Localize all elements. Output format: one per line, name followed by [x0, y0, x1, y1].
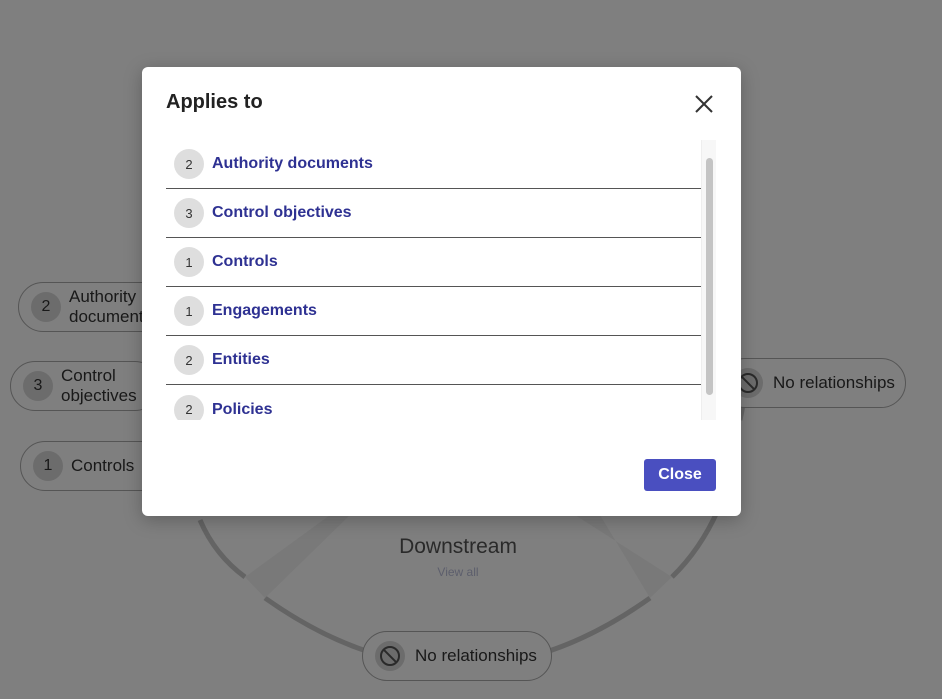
item-link[interactable]: Engagements: [212, 302, 317, 320]
list-item[interactable]: 3 Control objectives: [166, 189, 701, 238]
scrollbar-thumb[interactable]: [706, 158, 713, 395]
relationship-list: 2 Authority documents 3 Control objectiv…: [166, 140, 716, 420]
count-badge: 2: [174, 394, 204, 420]
list-item[interactable]: 2 Authority documents: [166, 140, 701, 189]
dialog-title: Applies to: [166, 91, 263, 113]
item-link[interactable]: Policies: [212, 401, 272, 419]
count-badge: 1: [174, 247, 204, 277]
scrollbar[interactable]: [701, 140, 716, 420]
close-icon[interactable]: [691, 91, 717, 117]
close-button[interactable]: Close: [644, 459, 716, 491]
count-badge: 3: [174, 198, 204, 228]
list-item[interactable]: 1 Engagements: [166, 287, 701, 336]
count-badge: 1: [174, 296, 204, 326]
count-badge: 2: [174, 149, 204, 179]
item-link[interactable]: Control objectives: [212, 204, 352, 222]
list-item[interactable]: 1 Controls: [166, 238, 701, 287]
list-item[interactable]: 2 Entities: [166, 336, 701, 385]
item-link[interactable]: Authority documents: [212, 155, 373, 173]
list-item[interactable]: 2 Policies: [166, 385, 701, 420]
item-link[interactable]: Entities: [212, 351, 270, 369]
applies-to-dialog: Applies to 2 Authority documents 3 Contr…: [142, 67, 741, 516]
item-link[interactable]: Controls: [212, 253, 278, 271]
count-badge: 2: [174, 345, 204, 375]
